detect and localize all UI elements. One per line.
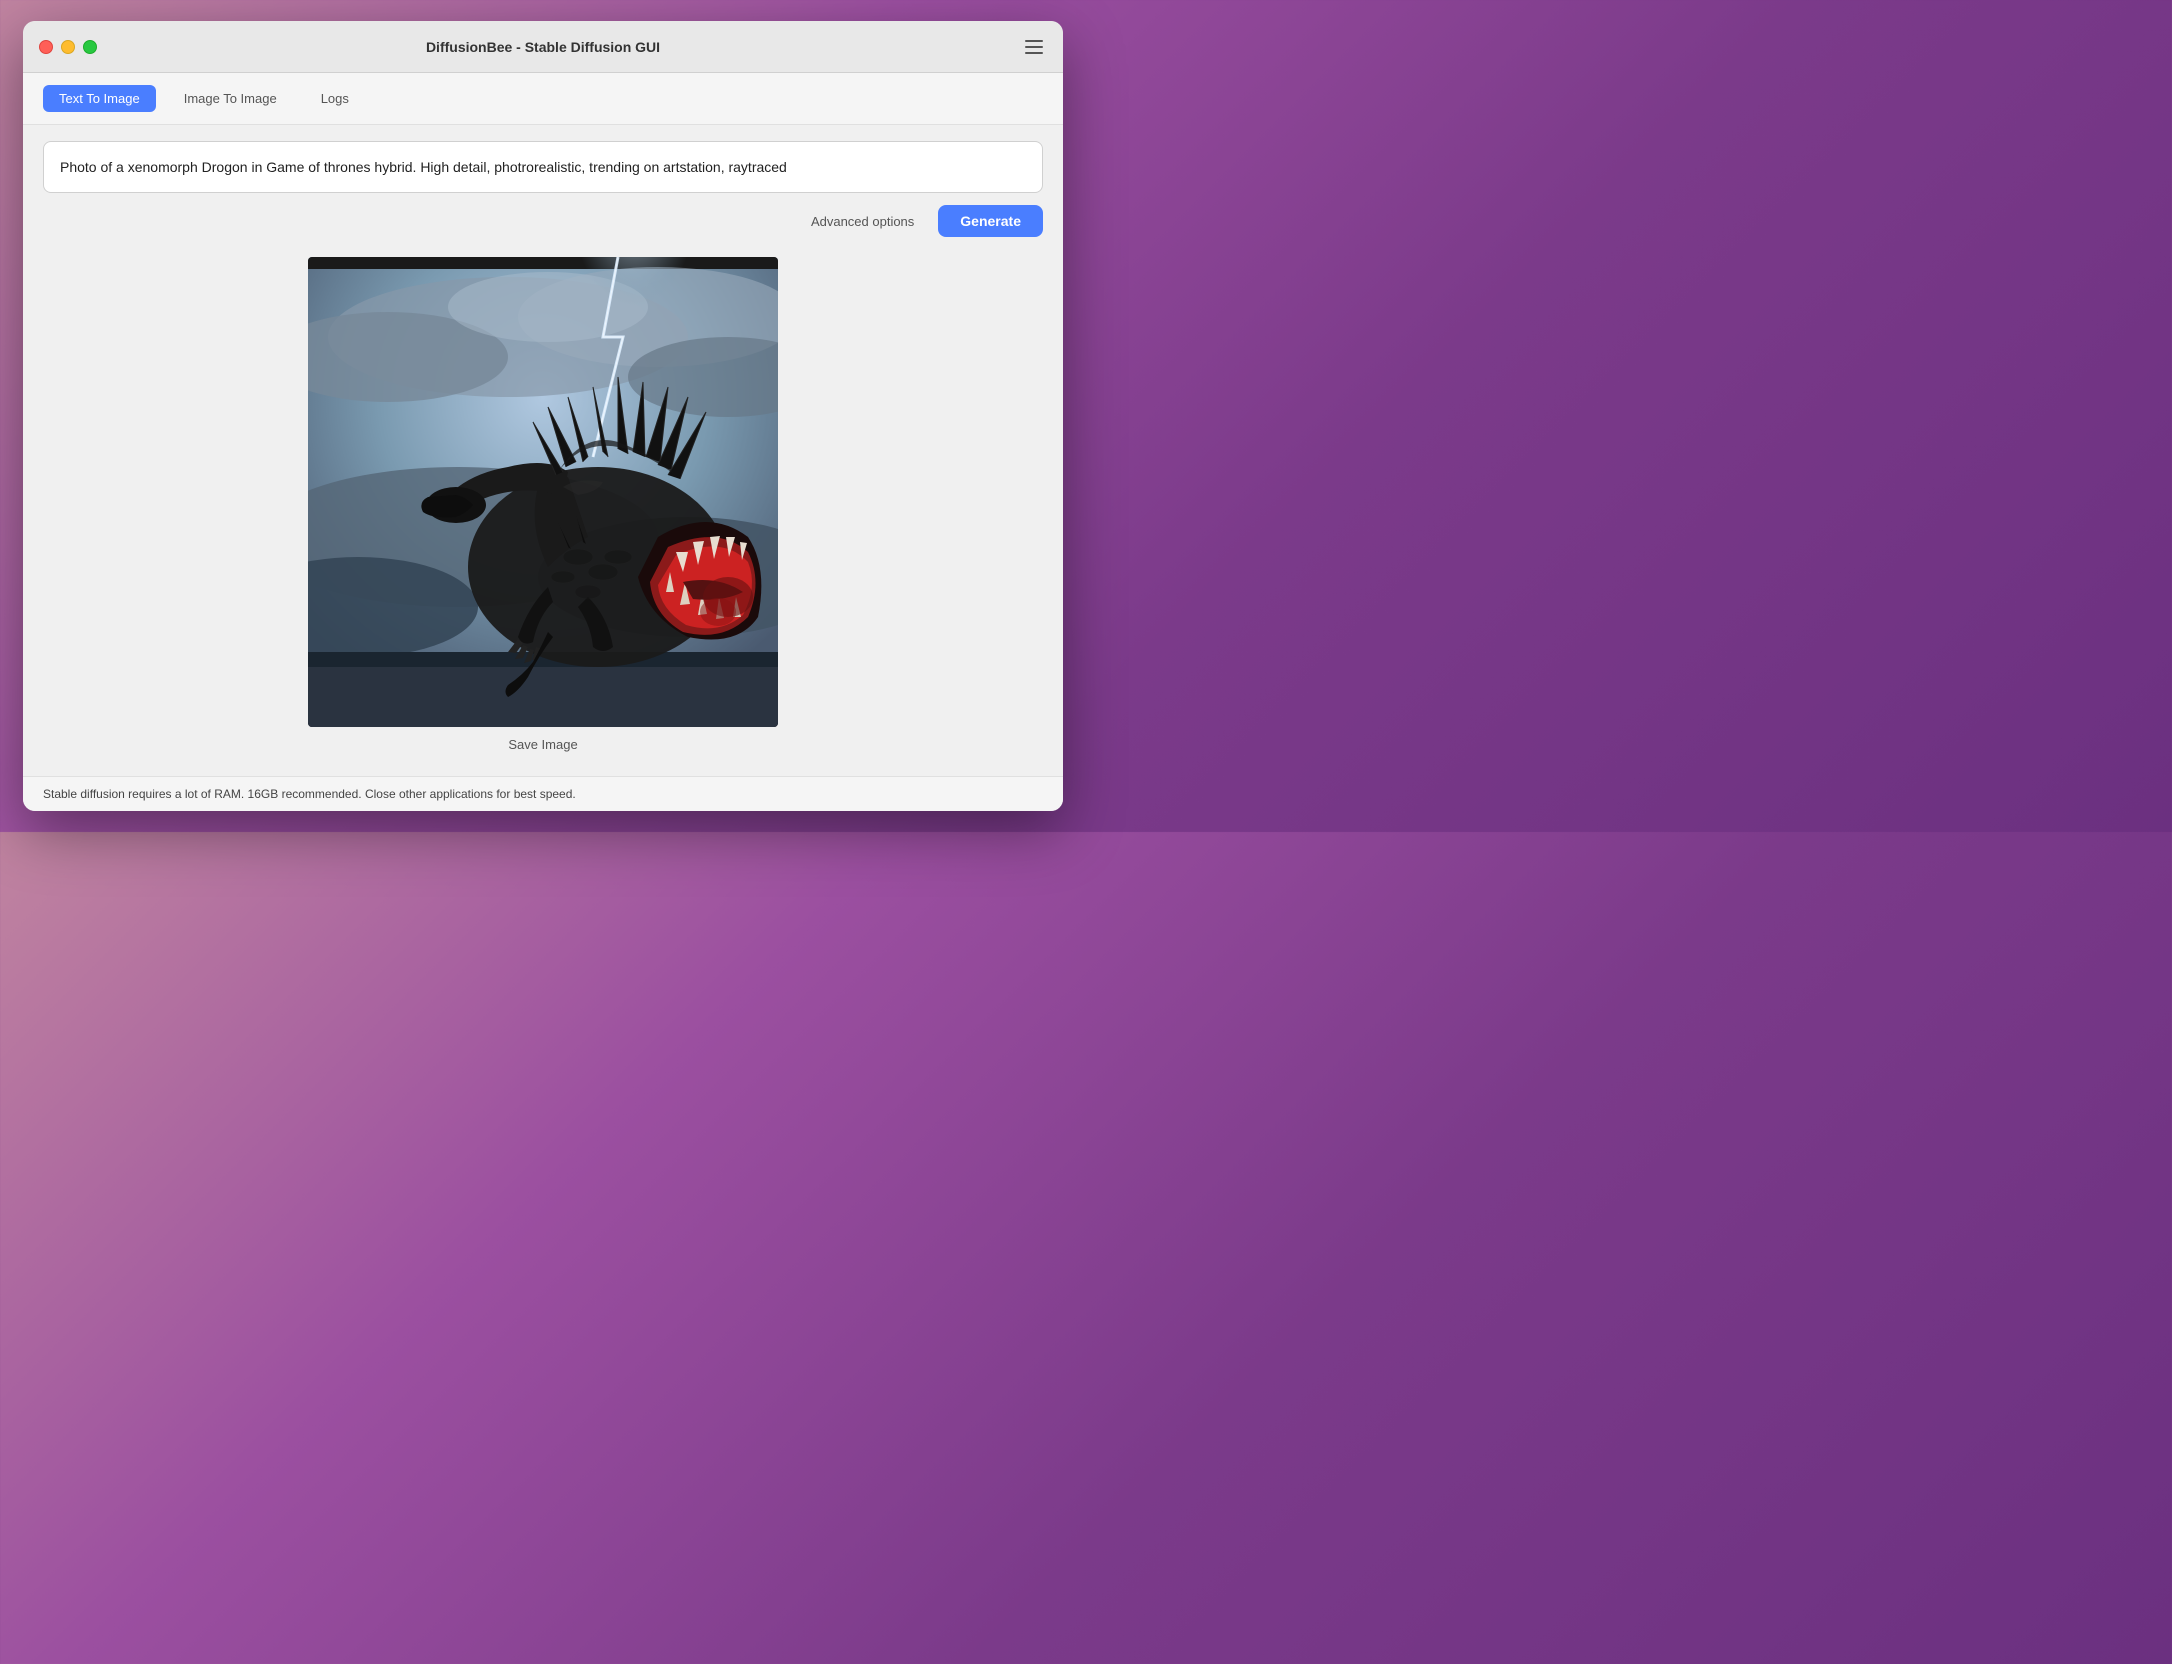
titlebar: DiffusionBee - Stable Diffusion GUI [23, 21, 1063, 73]
close-button[interactable] [39, 40, 53, 54]
advanced-options-button[interactable]: Advanced options [803, 210, 922, 233]
prompt-input[interactable]: Photo of a xenomorph Drogon in Game of t… [43, 141, 1043, 193]
generate-button[interactable]: Generate [938, 205, 1043, 237]
menu-icon[interactable] [1021, 36, 1047, 58]
app-window: DiffusionBee - Stable Diffusion GUI Text… [23, 21, 1063, 811]
tab-image-to-image[interactable]: Image To Image [168, 85, 293, 112]
tab-text-to-image[interactable]: Text To Image [43, 85, 156, 112]
status-message: Stable diffusion requires a lot of RAM. … [43, 787, 576, 801]
window-title: DiffusionBee - Stable Diffusion GUI [426, 39, 660, 55]
tab-bar: Text To Image Image To Image Logs [23, 73, 1063, 125]
tab-logs[interactable]: Logs [305, 85, 365, 112]
minimize-button[interactable] [61, 40, 75, 54]
save-image-button[interactable]: Save Image [508, 737, 577, 752]
image-container: Save Image [43, 249, 1043, 760]
options-row: Advanced options Generate [43, 205, 1043, 237]
prompt-text: Photo of a xenomorph Drogon in Game of t… [60, 157, 1026, 178]
generated-image [308, 257, 778, 727]
status-bar: Stable diffusion requires a lot of RAM. … [23, 776, 1063, 811]
main-content: Photo of a xenomorph Drogon in Game of t… [23, 125, 1063, 776]
traffic-lights [39, 40, 97, 54]
maximize-button[interactable] [83, 40, 97, 54]
